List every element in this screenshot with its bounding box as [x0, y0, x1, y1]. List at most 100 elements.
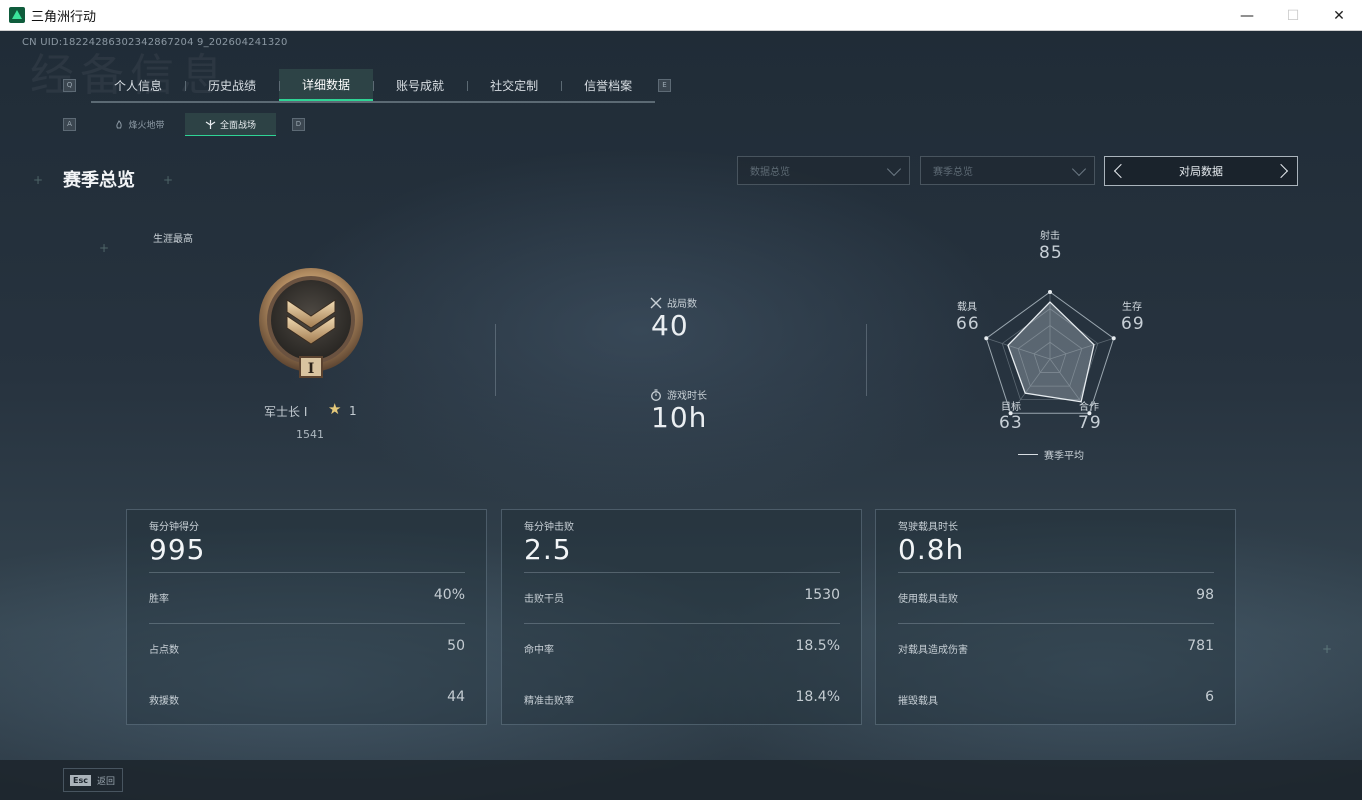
radar-axis-value: 63 — [999, 413, 1023, 433]
card-title: 每分钟击败 — [524, 522, 574, 533]
radar-legend: 赛季平均 — [1018, 447, 1084, 462]
legend-label: 赛季平均 — [1044, 451, 1084, 462]
divider — [495, 324, 496, 396]
tab-detailed-data[interactable]: 详细数据 — [279, 69, 374, 101]
card-value: 2.5 — [524, 533, 572, 566]
tab-label: 详细数据 — [302, 77, 351, 92]
rank-star-count: 1 — [349, 404, 357, 418]
subtab-next-key[interactable]: D — [292, 118, 305, 131]
career-best-label: 生涯最高 — [153, 234, 193, 245]
subtab-label: 烽火地带 — [128, 121, 165, 131]
radar-vertex-dot — [1111, 336, 1116, 341]
chevron-down-icon — [886, 161, 902, 177]
radar-series-polygon — [1007, 301, 1095, 403]
rank-name: 军士长 I — [264, 405, 308, 419]
stat-row-label: 击败干员 — [524, 594, 564, 605]
star-icon: ★ — [328, 400, 342, 418]
card-value: 995 — [149, 533, 206, 566]
minimize-button[interactable]: — — [1224, 0, 1270, 31]
subtab-label: 全面战场 — [219, 120, 256, 131]
season-filter-dropdown[interactable]: 赛季总览 — [920, 156, 1095, 185]
esc-key: Esc — [70, 774, 91, 786]
battlefield-icon — [205, 119, 216, 129]
rank-medal-icon: I — [259, 268, 363, 378]
radar-axis-value: 79 — [1078, 413, 1102, 433]
app-logo-icon — [9, 7, 25, 23]
tab-next-key[interactable]: E — [658, 79, 671, 92]
matches-value: 40 — [651, 309, 689, 342]
chevron-right-icon[interactable] — [1273, 163, 1289, 179]
stat-row-value: 18.4% — [795, 689, 840, 705]
playtime-label: 游戏时长 — [650, 387, 707, 402]
stat-label-text: 游戏时长 — [667, 391, 707, 402]
dropdown-value: 赛季总览 — [933, 167, 973, 178]
tab-profile[interactable]: 个人信息 — [91, 69, 185, 101]
divider — [149, 572, 465, 573]
back-label: 返回 — [96, 776, 115, 787]
main-tab-bar: 个人信息 历史战绩 详细数据 账号成就 社交定制 信誉档案 — [91, 69, 656, 103]
stat-row-label: 救援数 — [149, 696, 179, 707]
switcher-label: 对局数据 — [1179, 165, 1223, 178]
data-type-switcher: 对局数据 — [1104, 156, 1298, 186]
stat-row-value: 6 — [1205, 689, 1214, 705]
card-value: 0.8h — [898, 533, 965, 566]
subtab-hazard-zone[interactable]: 烽火地带 — [94, 113, 185, 136]
tab-label: 社交定制 — [490, 78, 539, 93]
stat-row-value: 50 — [447, 638, 465, 654]
divider — [866, 324, 867, 396]
tab-achievements[interactable]: 账号成就 — [373, 69, 467, 101]
rank-points: 1541 — [296, 428, 324, 441]
page-title: 赛季总览 — [63, 170, 135, 191]
radar-axis-label: 目标 — [1001, 402, 1021, 413]
card-title: 驾驶载具时长 — [898, 522, 958, 533]
stat-row-label: 使用载具击败 — [898, 594, 958, 605]
tab-social[interactable]: 社交定制 — [467, 69, 561, 101]
stat-row-value: 40% — [433, 587, 465, 603]
legend-line-icon — [1018, 454, 1038, 455]
stat-row-label: 占点数 — [149, 645, 179, 656]
crosshair-icon: + — [99, 241, 110, 255]
crossed-swords-icon — [650, 297, 662, 308]
tab-prev-key[interactable]: Q — [63, 79, 76, 92]
window-controls: — ☐ ✕ — [1224, 0, 1362, 31]
crosshair-icon: + — [1322, 642, 1333, 656]
stopwatch-icon — [651, 388, 661, 401]
stat-row-value: 44 — [447, 689, 465, 705]
close-button[interactable]: ✕ — [1316, 0, 1362, 31]
window-title: 三角洲行动 — [31, 9, 97, 25]
radar-axis-label: 射击 — [1040, 231, 1060, 242]
stat-row-label: 命中率 — [524, 645, 554, 656]
radar-axis-label: 生存 — [1122, 302, 1142, 313]
flame-icon — [116, 119, 123, 128]
playtime-value: 10h — [651, 401, 708, 434]
stat-row-label: 摧毁载具 — [898, 696, 938, 707]
stat-label-text: 战局数 — [667, 299, 697, 310]
radar-axis-value: 85 — [1039, 243, 1063, 263]
stat-row-value: 1530 — [804, 587, 840, 603]
maximize-button[interactable]: ☐ — [1270, 0, 1316, 31]
tab-history[interactable]: 历史战绩 — [185, 69, 279, 101]
radar-vertex-dot — [1048, 290, 1052, 294]
radar-vertex-dot — [984, 336, 989, 341]
subtab-prev-key[interactable]: A — [63, 118, 76, 131]
tab-label: 信誉档案 — [584, 78, 633, 93]
tab-label: 历史战绩 — [208, 78, 257, 93]
chevron-left-icon[interactable] — [1113, 163, 1129, 179]
stat-row-label: 精准击败率 — [524, 696, 574, 707]
dropdown-value: 数据总览 — [750, 167, 790, 178]
back-button[interactable]: Esc 返回 — [63, 768, 123, 792]
stat-card: 驾驶载具时长 0.8h 使用载具击败 98 对载具造成伤害 781 摧毁载具 6 — [875, 509, 1236, 725]
stat-card: 每分钟击败 2.5 击败干员 1530 命中率 18.5% 精准击败率 18.4% — [501, 509, 862, 725]
subtab-battlefield[interactable]: 全面战场 — [185, 113, 276, 136]
crosshair-icon: + — [33, 173, 44, 187]
mode-tab-bar: 烽火地带 全面战场 — [94, 113, 276, 136]
game-screen: 经备信息 CN UID:18224286302342867204 9_20260… — [0, 31, 1362, 800]
tab-reputation[interactable]: 信誉档案 — [561, 69, 655, 101]
data-filter-dropdown[interactable]: 数据总览 — [737, 156, 910, 185]
radar-axis-label: 合作 — [1079, 402, 1099, 413]
matches-label: 战局数 — [650, 295, 697, 310]
tab-label: 个人信息 — [114, 78, 163, 93]
stat-card: 每分钟得分 995 胜率 40% 占点数 50 救援数 44 — [126, 509, 487, 725]
divider — [524, 623, 840, 624]
card-title: 每分钟得分 — [149, 522, 199, 533]
